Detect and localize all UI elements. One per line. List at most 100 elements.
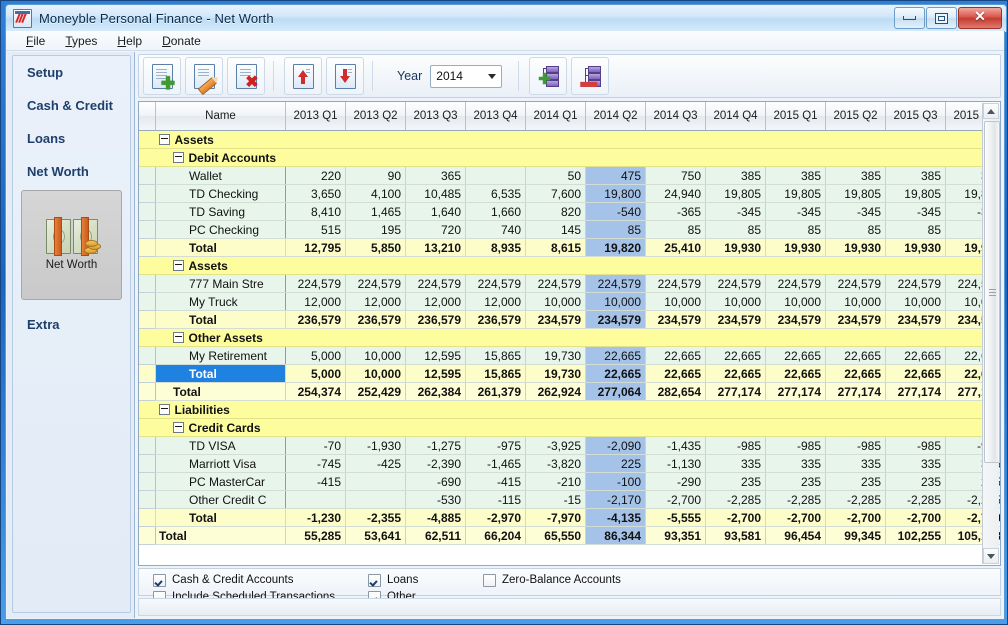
value-cell[interactable]: -2,700: [646, 491, 706, 509]
row-header-cell[interactable]: [139, 437, 156, 455]
checkbox-loans[interactable]: Loans: [368, 574, 483, 587]
table-row[interactable]: Credit Cards: [139, 419, 1001, 437]
value-cell[interactable]: [886, 419, 946, 437]
value-cell[interactable]: -690: [406, 473, 466, 491]
value-cell[interactable]: -2,970: [466, 509, 526, 527]
value-cell[interactable]: [886, 131, 946, 149]
table-row[interactable]: Assets: [139, 257, 1001, 275]
value-cell[interactable]: 5,850: [346, 239, 406, 257]
move-up-button[interactable]: [284, 57, 322, 95]
value-cell[interactable]: -345: [886, 203, 946, 221]
value-cell[interactable]: 234,579: [826, 311, 886, 329]
value-cell[interactable]: 224,579: [886, 275, 946, 293]
value-cell[interactable]: [886, 149, 946, 167]
row-header-cell[interactable]: [139, 419, 156, 437]
value-cell[interactable]: 12,000: [466, 293, 526, 311]
column-header-2013-q1[interactable]: 2013 Q1: [286, 102, 346, 131]
row-header-cell[interactable]: [139, 149, 156, 167]
value-cell[interactable]: -415: [466, 473, 526, 491]
value-cell[interactable]: 24,940: [646, 185, 706, 203]
row-name-cell[interactable]: 777 Main Stre: [156, 275, 286, 293]
table-row[interactable]: Other Assets: [139, 329, 1001, 347]
value-cell[interactable]: 225: [586, 455, 646, 473]
value-cell[interactable]: [706, 257, 766, 275]
value-cell[interactable]: [586, 329, 646, 347]
value-cell[interactable]: -2,390: [406, 455, 466, 473]
value-cell[interactable]: 12,000: [346, 293, 406, 311]
value-cell[interactable]: 22,665: [766, 365, 826, 383]
column-header-name[interactable]: Name: [156, 102, 286, 131]
value-cell[interactable]: 277,174: [826, 383, 886, 401]
row-name-cell[interactable]: TD VISA: [156, 437, 286, 455]
table-row[interactable]: Total12,7955,85013,2108,9358,61519,82025…: [139, 239, 1001, 257]
row-header-cell[interactable]: [139, 347, 156, 365]
value-cell[interactable]: [766, 131, 826, 149]
value-cell[interactable]: 385: [766, 167, 826, 185]
value-cell[interactable]: 277,064: [586, 383, 646, 401]
value-cell[interactable]: -3,925: [526, 437, 586, 455]
value-cell[interactable]: [466, 329, 526, 347]
value-cell[interactable]: [286, 419, 346, 437]
value-cell[interactable]: 22,665: [586, 365, 646, 383]
checkbox-icon[interactable]: [368, 574, 381, 587]
value-cell[interactable]: [886, 329, 946, 347]
value-cell[interactable]: 385: [706, 167, 766, 185]
value-cell[interactable]: 85: [586, 221, 646, 239]
value-cell[interactable]: 277,174: [886, 383, 946, 401]
column-header-2014-q1[interactable]: 2014 Q1: [526, 102, 586, 131]
table-row[interactable]: Marriott Visa-745-425-2,390-1,465-3,8202…: [139, 455, 1001, 473]
value-cell[interactable]: -345: [706, 203, 766, 221]
value-cell[interactable]: [826, 419, 886, 437]
expand-all-button[interactable]: ✚: [529, 57, 567, 95]
collapse-all-button[interactable]: ▬: [571, 57, 609, 95]
value-cell[interactable]: -1,275: [406, 437, 466, 455]
value-cell[interactable]: -985: [766, 437, 826, 455]
table-row[interactable]: Total5,00010,00012,59515,86519,73022,665…: [139, 365, 1001, 383]
value-cell[interactable]: [706, 401, 766, 419]
value-cell[interactable]: [646, 149, 706, 167]
maximize-button[interactable]: [926, 7, 957, 29]
value-cell[interactable]: -1,435: [646, 437, 706, 455]
row-name-cell[interactable]: Liabilities: [156, 401, 286, 419]
value-cell[interactable]: 22,665: [826, 365, 886, 383]
value-cell[interactable]: [406, 329, 466, 347]
table-row[interactable]: TD Saving8,4101,4651,6401,660820-540-365…: [139, 203, 1001, 221]
menu-file[interactable]: FFileile: [16, 32, 55, 50]
row-header-cell[interactable]: [139, 293, 156, 311]
table-row[interactable]: My Truck12,00012,00012,00012,00010,00010…: [139, 293, 1001, 311]
value-cell[interactable]: -2,285: [886, 491, 946, 509]
value-cell[interactable]: 252,429: [346, 383, 406, 401]
value-cell[interactable]: 234,579: [586, 311, 646, 329]
value-cell[interactable]: 5,000: [286, 347, 346, 365]
row-header-cell[interactable]: [139, 203, 156, 221]
value-cell[interactable]: -345: [826, 203, 886, 221]
value-cell[interactable]: 234,579: [706, 311, 766, 329]
value-cell[interactable]: 19,930: [826, 239, 886, 257]
row-name-cell[interactable]: My Truck: [156, 293, 286, 311]
value-cell[interactable]: -1,230: [286, 509, 346, 527]
value-cell[interactable]: 224,579: [526, 275, 586, 293]
checkbox-zero-balance-accounts[interactable]: Zero-Balance Accounts: [483, 574, 621, 587]
value-cell[interactable]: -975: [466, 437, 526, 455]
row-header-cell[interactable]: [139, 257, 156, 275]
row-name-cell[interactable]: Total: [156, 383, 286, 401]
value-cell[interactable]: -7,970: [526, 509, 586, 527]
value-cell[interactable]: 22,665: [586, 347, 646, 365]
value-cell[interactable]: 235: [766, 473, 826, 491]
value-cell[interactable]: 10,000: [346, 347, 406, 365]
row-header-cell[interactable]: [139, 239, 156, 257]
value-cell[interactable]: 22,665: [886, 365, 946, 383]
value-cell[interactable]: [766, 419, 826, 437]
value-cell[interactable]: -1,130: [646, 455, 706, 473]
value-cell[interactable]: 224,579: [466, 275, 526, 293]
value-cell[interactable]: 10,000: [646, 293, 706, 311]
value-cell[interactable]: [586, 149, 646, 167]
table-row[interactable]: Liabilities: [139, 401, 1001, 419]
value-cell[interactable]: -745: [286, 455, 346, 473]
value-cell[interactable]: 19,805: [886, 185, 946, 203]
value-cell[interactable]: 8,410: [286, 203, 346, 221]
value-cell[interactable]: 19,930: [706, 239, 766, 257]
value-cell[interactable]: -2,700: [766, 509, 826, 527]
table-row[interactable]: Wallet2209036550475750385385385385385: [139, 167, 1001, 185]
value-cell[interactable]: 385: [826, 167, 886, 185]
